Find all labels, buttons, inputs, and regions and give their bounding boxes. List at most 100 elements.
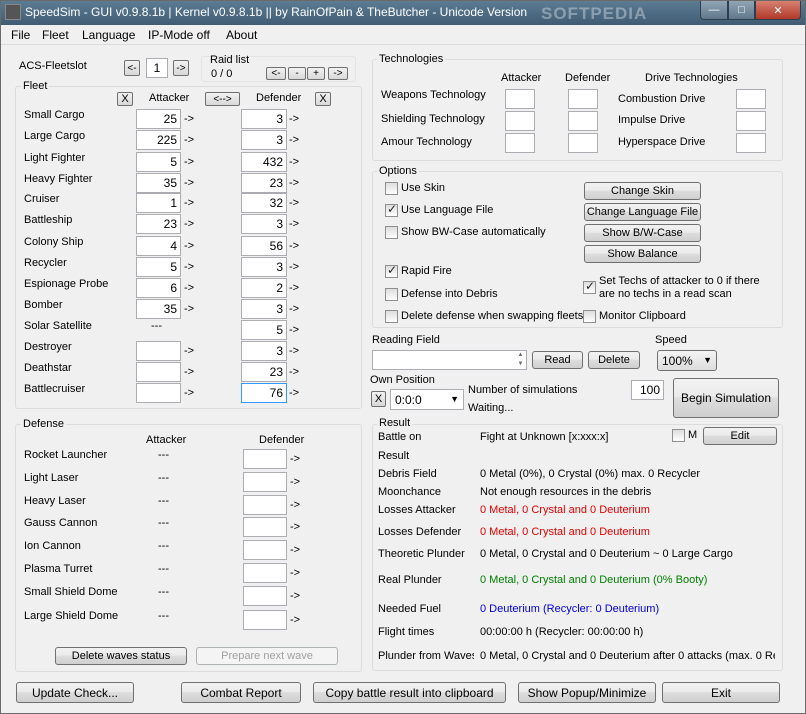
shielding-attacker-field[interactable] bbox=[505, 111, 535, 131]
defense-defender-arrow[interactable]: -> bbox=[290, 590, 300, 602]
fleet-defender-arrow[interactable]: -> bbox=[289, 324, 299, 336]
acs-next-button[interactable]: -> bbox=[173, 60, 189, 76]
reading-field-scroll[interactable]: ▲ ▼ bbox=[515, 351, 526, 369]
armour-defender-field[interactable] bbox=[568, 133, 598, 153]
defense-defender-arrow[interactable]: -> bbox=[290, 567, 300, 579]
own-position-clear-button[interactable]: X bbox=[371, 391, 386, 407]
minimize-button[interactable]: — bbox=[700, 1, 728, 20]
defense-defender-field[interactable] bbox=[243, 563, 287, 583]
fleet-attacker-arrow[interactable]: -> bbox=[184, 156, 194, 168]
fleet-attacker-field[interactable]: 23 bbox=[136, 214, 181, 234]
maximize-button[interactable]: □ bbox=[728, 1, 755, 20]
change-language-button[interactable]: Change Language File bbox=[584, 203, 701, 221]
fleet-attacker-field[interactable]: 1 bbox=[136, 193, 181, 213]
fleet-attacker-arrow[interactable]: -> bbox=[184, 197, 194, 209]
fleet-defender-field[interactable]: 3 bbox=[241, 257, 287, 277]
menu-ip-mode[interactable]: IP-Mode off bbox=[148, 28, 210, 42]
raid-remove-button[interactable]: - bbox=[288, 67, 306, 80]
fleet-defender-field[interactable]: 3 bbox=[241, 214, 287, 234]
fleet-defender-arrow[interactable]: -> bbox=[289, 303, 299, 315]
raid-prev-button[interactable]: <- bbox=[266, 67, 286, 80]
change-skin-button[interactable]: Change Skin bbox=[584, 182, 701, 200]
shielding-defender-field[interactable] bbox=[568, 111, 598, 131]
fleet-defender-field[interactable]: 2 bbox=[241, 278, 287, 298]
fleet-attacker-field[interactable] bbox=[136, 341, 181, 361]
show-bw-checkbox[interactable] bbox=[385, 226, 398, 239]
use-skin-checkbox[interactable] bbox=[385, 182, 398, 195]
defense-defender-arrow[interactable]: -> bbox=[290, 614, 300, 626]
fleet-defender-field[interactable]: 3 bbox=[241, 109, 287, 129]
fleet-attacker-field[interactable]: 35 bbox=[136, 173, 181, 193]
fleet-attacker-field[interactable]: 25 bbox=[136, 109, 181, 129]
fleet-defender-arrow[interactable]: -> bbox=[289, 387, 299, 399]
fleet-defender-arrow[interactable]: -> bbox=[289, 261, 299, 273]
fleet-defender-arrow[interactable]: -> bbox=[289, 345, 299, 357]
defense-defender-arrow[interactable]: -> bbox=[290, 453, 300, 465]
fleet-defender-arrow[interactable]: -> bbox=[289, 218, 299, 230]
delete-defense-checkbox[interactable] bbox=[385, 310, 398, 323]
speed-select[interactable]: 100% ▼ bbox=[657, 350, 717, 371]
menu-fleet[interactable]: Fleet bbox=[42, 28, 69, 42]
defense-debris-checkbox[interactable] bbox=[385, 288, 398, 301]
defense-defender-field[interactable] bbox=[243, 495, 287, 515]
fleet-attacker-arrow[interactable]: -> bbox=[184, 303, 194, 315]
defense-defender-arrow[interactable]: -> bbox=[290, 476, 300, 488]
fleet-attacker-arrow[interactable]: -> bbox=[184, 345, 194, 357]
simulations-field[interactable]: 100 bbox=[631, 380, 664, 400]
weapons-attacker-field[interactable] bbox=[505, 89, 535, 109]
fleet-attacker-field[interactable]: 5 bbox=[136, 257, 181, 277]
use-language-checkbox[interactable] bbox=[385, 202, 398, 217]
defense-defender-field[interactable] bbox=[243, 610, 287, 630]
fleet-attacker-field[interactable]: 5 bbox=[136, 152, 181, 172]
raid-next-button[interactable]: -> bbox=[328, 67, 348, 80]
delete-button[interactable]: Delete bbox=[588, 351, 640, 369]
fleet-attacker-arrow[interactable]: -> bbox=[184, 134, 194, 146]
fleet-attacker-arrow[interactable]: -> bbox=[184, 261, 194, 273]
fleet-attacker-arrow[interactable]: -> bbox=[184, 113, 194, 125]
armour-attacker-field[interactable] bbox=[505, 133, 535, 153]
fleet-defender-field[interactable]: 432 bbox=[241, 152, 287, 172]
defense-defender-field[interactable] bbox=[243, 540, 287, 560]
close-button[interactable]: ✕ bbox=[755, 1, 801, 20]
weapons-defender-field[interactable] bbox=[568, 89, 598, 109]
fleet-defender-field[interactable]: 5 bbox=[241, 320, 287, 340]
defense-defender-field[interactable] bbox=[243, 586, 287, 606]
fleet-defender-field[interactable]: 56 bbox=[241, 236, 287, 256]
fleet-defender-field[interactable]: 32 bbox=[241, 193, 287, 213]
defense-defender-arrow[interactable]: -> bbox=[290, 521, 300, 533]
fleet-attacker-arrow[interactable]: -> bbox=[184, 366, 194, 378]
combat-report-button[interactable]: Combat Report bbox=[181, 682, 301, 703]
raid-add-button[interactable]: + bbox=[307, 67, 325, 80]
defense-defender-arrow[interactable]: -> bbox=[290, 544, 300, 556]
delete-waves-button[interactable]: Delete waves status bbox=[55, 647, 187, 665]
show-balance-button[interactable]: Show Balance bbox=[584, 245, 701, 263]
exit-button[interactable]: Exit bbox=[662, 682, 780, 703]
prepare-wave-button[interactable]: Prepare next wave bbox=[196, 647, 338, 665]
impulse-drive-field[interactable] bbox=[736, 111, 766, 131]
fleet-attacker-arrow[interactable]: -> bbox=[184, 240, 194, 252]
fleet-defender-arrow[interactable]: -> bbox=[289, 177, 299, 189]
fleet-attacker-field[interactable]: 225 bbox=[136, 130, 181, 150]
combustion-drive-field[interactable] bbox=[736, 89, 766, 109]
swap-fleets-button[interactable]: <--> bbox=[205, 92, 240, 106]
fleet-defender-arrow[interactable]: -> bbox=[289, 156, 299, 168]
fleet-attacker-arrow[interactable]: -> bbox=[184, 218, 194, 230]
read-button[interactable]: Read bbox=[532, 351, 583, 369]
defense-defender-arrow[interactable]: -> bbox=[290, 499, 300, 511]
fleet-defender-arrow[interactable]: -> bbox=[289, 366, 299, 378]
menu-about[interactable]: About bbox=[226, 28, 257, 42]
hyperspace-drive-field[interactable] bbox=[736, 133, 766, 153]
acs-prev-button[interactable]: <- bbox=[124, 60, 140, 76]
clear-attacker-button[interactable]: X bbox=[117, 92, 133, 106]
menu-file[interactable]: File bbox=[11, 28, 30, 42]
monitor-clipboard-checkbox[interactable] bbox=[583, 310, 596, 323]
fleet-defender-arrow[interactable]: -> bbox=[289, 197, 299, 209]
fleet-defender-field[interactable]: 23 bbox=[241, 173, 287, 193]
fleet-defender-field[interactable]: 3 bbox=[241, 299, 287, 319]
defense-defender-field[interactable] bbox=[243, 449, 287, 469]
fleet-attacker-arrow[interactable]: -> bbox=[184, 282, 194, 294]
clear-defender-button[interactable]: X bbox=[315, 92, 331, 106]
menu-language[interactable]: Language bbox=[82, 28, 135, 42]
fleet-defender-field[interactable]: 76 bbox=[241, 383, 287, 403]
fleet-defender-field[interactable]: 3 bbox=[241, 130, 287, 150]
